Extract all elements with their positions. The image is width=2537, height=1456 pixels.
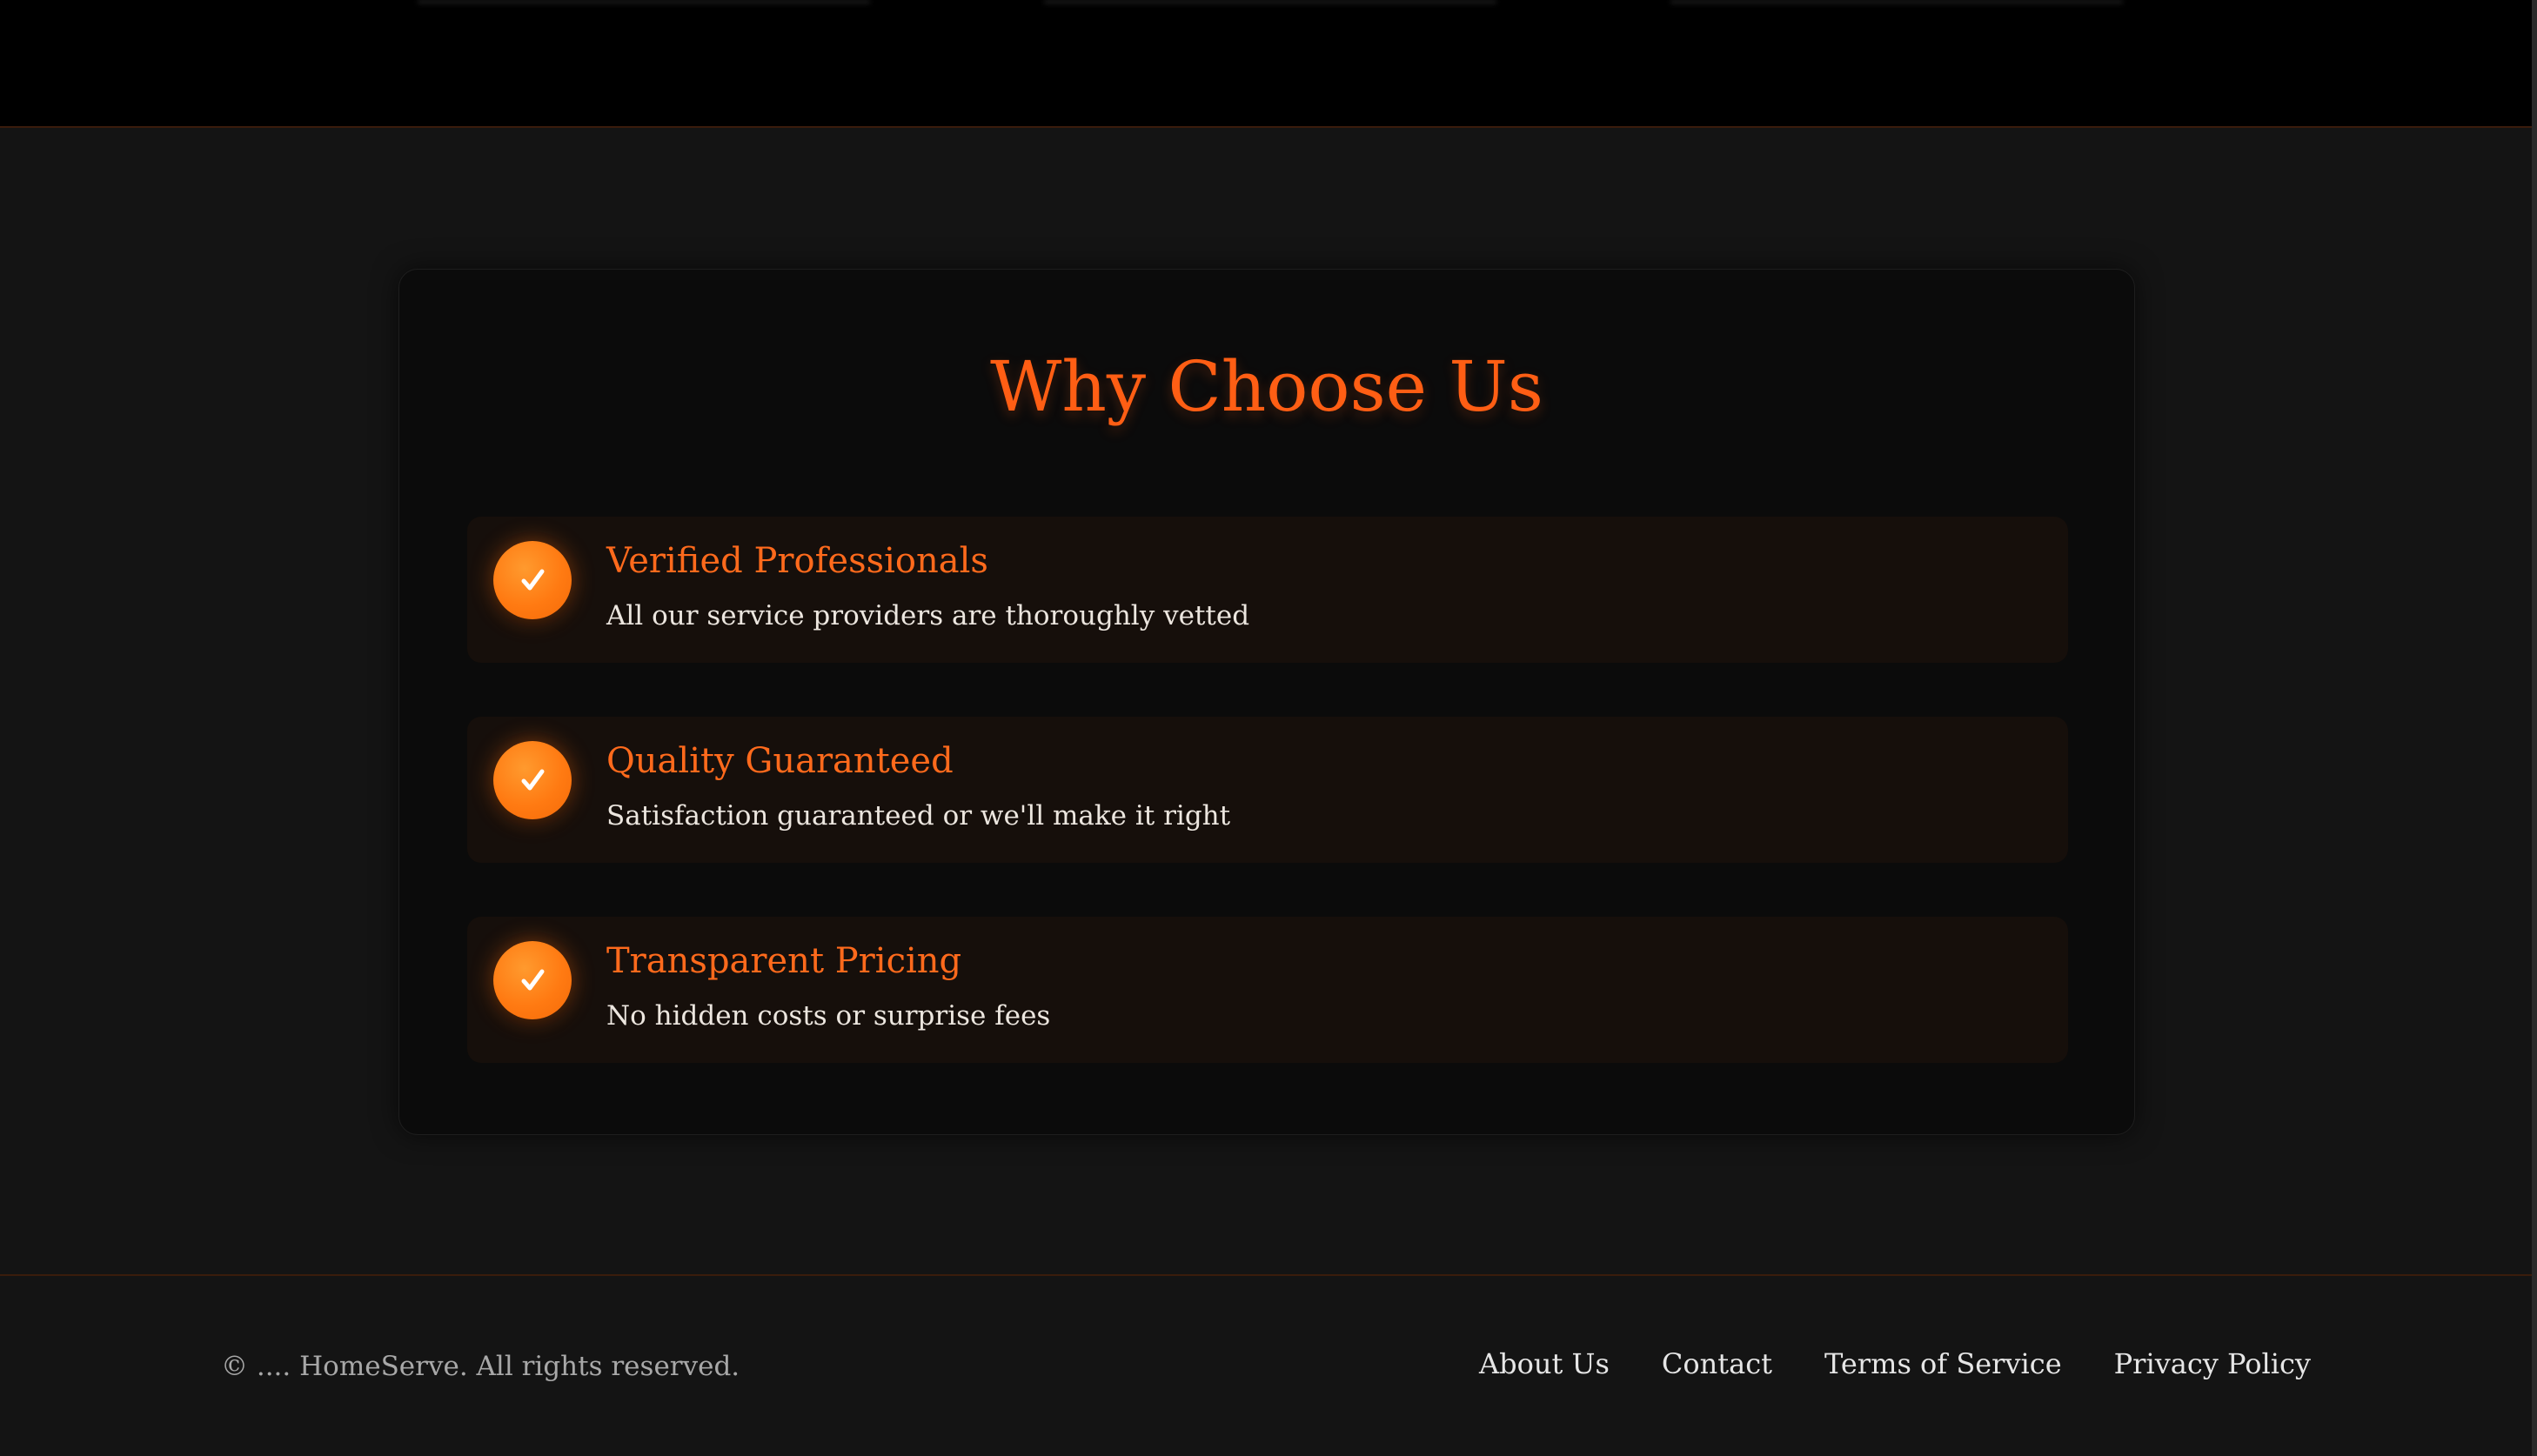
feature-item-quality: Quality Guaranteed Satisfaction guarante… [467,717,2068,863]
header-glow [1044,0,1496,3]
header-glow [1670,0,2123,3]
check-icon [493,541,572,619]
feature-title: Quality Guaranteed [606,741,954,781]
footer-link-terms[interactable]: Terms of Service [1824,1347,2062,1380]
feature-title: Verified Professionals [606,541,988,581]
copyright-text: © .... HomeServe. All rights reserved. [221,1351,740,1382]
feature-item-pricing: Transparent Pricing No hidden costs or s… [467,917,2068,1063]
footer-link-contact[interactable]: Contact [1662,1347,1772,1380]
check-icon [493,741,572,819]
top-header-bar [0,0,2537,128]
feature-title: Transparent Pricing [606,941,962,981]
feature-description: Satisfaction guaranteed or we'll make it… [606,800,1231,832]
feature-description: No hidden costs or surprise fees [606,1000,1051,1032]
header-glow [418,0,870,3]
footer-link-privacy[interactable]: Privacy Policy [2114,1347,2311,1380]
why-choose-us-card: Why Choose Us Verified Professionals All… [398,269,2135,1135]
feature-item-verified: Verified Professionals All our service p… [467,517,2068,663]
feature-description: All our service providers are thoroughly… [606,600,1250,631]
footer-nav: About Us Contact Terms of Service Privac… [1479,1347,2311,1380]
main-content: Why Choose Us Verified Professionals All… [0,130,2537,1274]
page-footer: © .... HomeServe. All rights reserved. A… [0,1274,2537,1456]
section-title: Why Choose Us [990,346,1543,427]
footer-link-about[interactable]: About Us [1479,1347,1610,1380]
check-icon [493,941,572,1019]
scrollbar[interactable] [2532,0,2537,1456]
